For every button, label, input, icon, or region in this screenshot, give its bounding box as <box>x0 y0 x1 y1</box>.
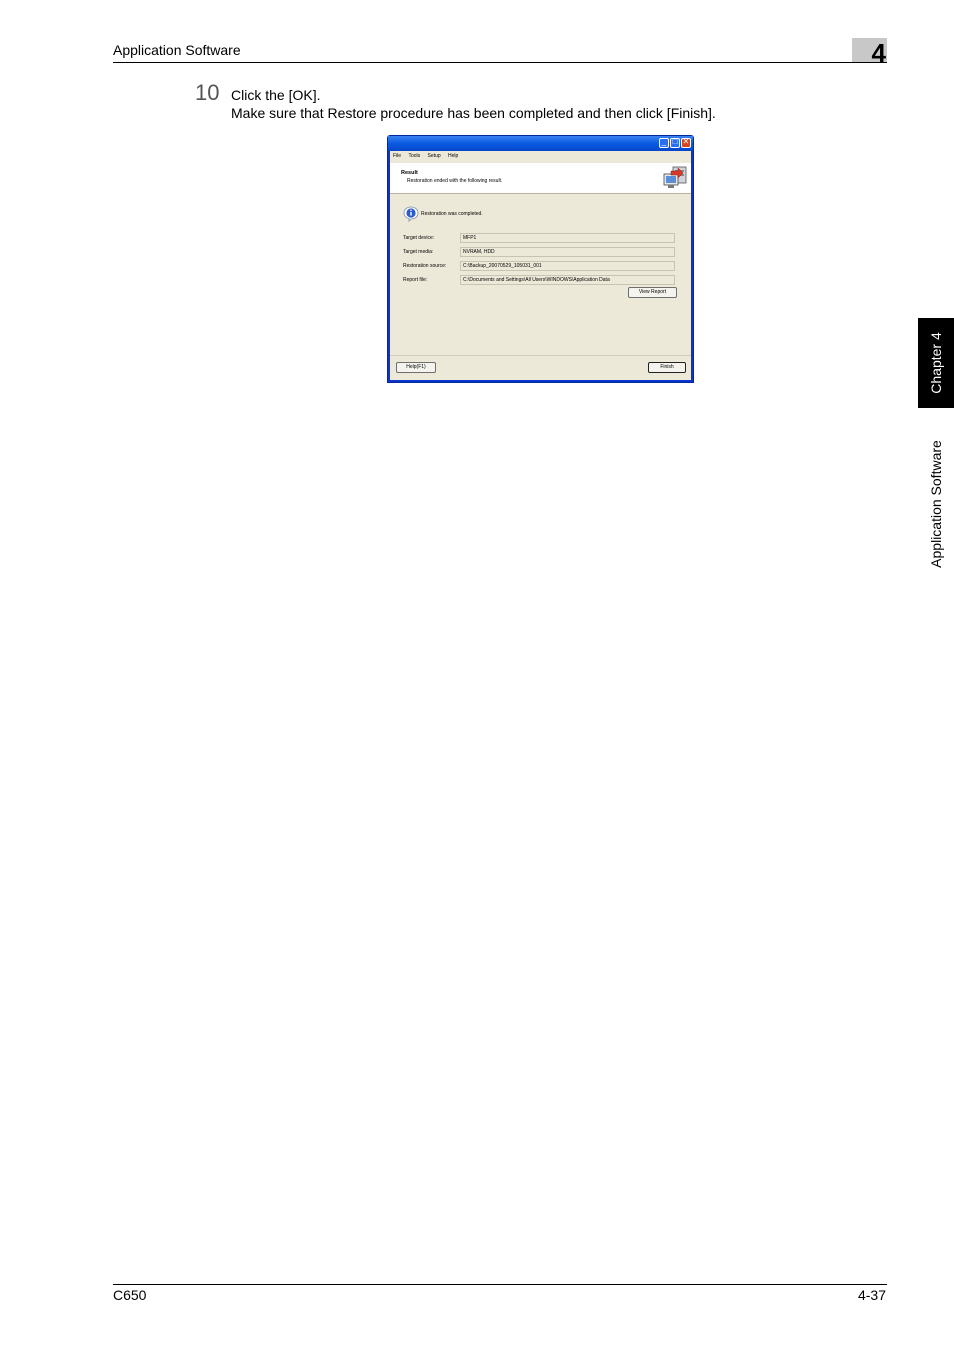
view-report-button[interactable]: View Report <box>628 287 677 298</box>
menu-tools[interactable]: Tools <box>408 151 420 162</box>
close-button[interactable]: ✕ <box>681 137 691 148</box>
chapter-number: 4 <box>871 38 886 68</box>
help-button[interactable]: Help(F1) <box>396 362 436 373</box>
close-icon: ✕ <box>682 137 690 146</box>
info-icon <box>403 206 419 222</box>
footer-rule <box>113 1284 887 1285</box>
restore-result-window: _ □ ✕ File Tools Setup Help Result Resto… <box>387 135 694 383</box>
target-media-value: NVRAM, HDD <box>460 247 675 257</box>
chapter-tab-label: Chapter 4 <box>928 332 944 394</box>
finish-button[interactable]: Finish <box>648 362 686 373</box>
menu-setup[interactable]: Setup <box>428 151 441 162</box>
minimize-icon: _ <box>661 137 667 146</box>
chapter-number-box: 4 <box>852 38 887 66</box>
step-instruction: Click the [OK]. <box>231 87 321 103</box>
target-device-label: Target device: <box>403 235 435 241</box>
step-number: 10 <box>195 80 220 105</box>
maximize-button[interactable]: □ <box>670 137 680 148</box>
restoration-source-label: Restoration source: <box>403 263 447 269</box>
running-header: Application Software <box>113 42 241 58</box>
device-restore-icon <box>663 166 687 188</box>
header-rule <box>113 62 887 63</box>
banner-title: Result <box>401 170 418 176</box>
step-instruction-detail: Make sure that Restore procedure has bee… <box>231 105 716 121</box>
section-side-label: Application Software <box>928 440 944 568</box>
maximize-icon: □ <box>672 137 678 146</box>
footer-model: C650 <box>113 1287 147 1303</box>
report-file-value: C:\Documents and Settings\All Users\WIND… <box>460 275 675 285</box>
banner-subtitle: Restoration ended with the following res… <box>407 178 503 184</box>
menu-file[interactable]: File <box>393 151 401 162</box>
minimize-button[interactable]: _ <box>659 137 669 148</box>
chapter-tab: Chapter 4 <box>918 318 954 408</box>
target-device-value: MFP1 <box>460 233 675 243</box>
restoration-source-value: C:\Backup_20070529_105031_001 <box>460 261 675 271</box>
report-file-label: Report file: <box>403 277 428 283</box>
window-client: File Tools Setup Help Result Restoration… <box>390 151 691 380</box>
completion-message: Restoration was completed. <box>421 211 483 217</box>
footer-separator <box>390 355 691 356</box>
menu-bar: File Tools Setup Help <box>390 151 691 162</box>
window-titlebar: _ □ ✕ <box>388 136 693 151</box>
page-number: 4-37 <box>857 1287 886 1303</box>
result-banner: Result Restoration ended with the follow… <box>390 163 691 194</box>
target-media-label: Target media: <box>403 249 434 255</box>
menu-help[interactable]: Help <box>448 151 458 162</box>
